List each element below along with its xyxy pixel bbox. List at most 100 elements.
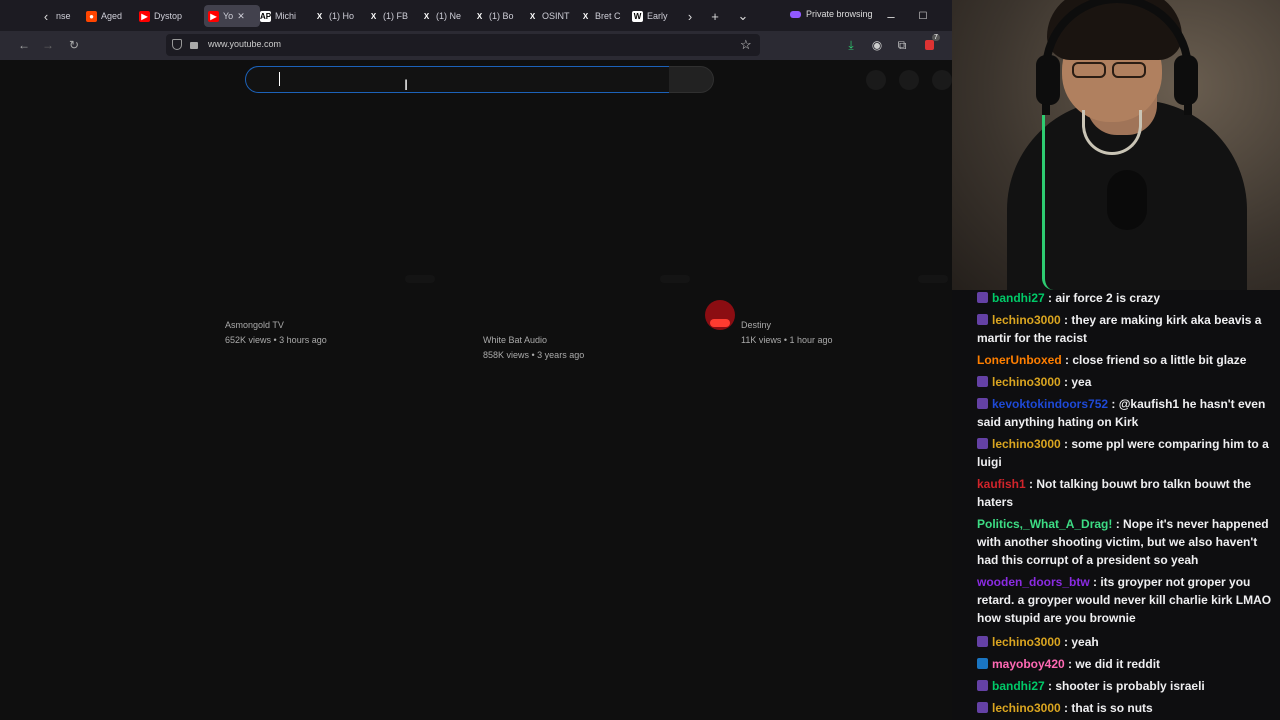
- private-browsing-label: Private browsing: [806, 9, 873, 19]
- chat-username[interactable]: Politics,_What_A_Drag!: [977, 517, 1112, 531]
- chat-message: bandhi27 : air force 2 is crazy: [977, 289, 1272, 307]
- chat-message-text: : air force 2 is crazy: [1044, 291, 1161, 305]
- avatar-placeholder[interactable]: [932, 70, 952, 90]
- tab-list-chevron-down-icon[interactable]: ⌄: [733, 5, 753, 27]
- glasses: [1072, 62, 1152, 80]
- minimize-icon[interactable]: –: [881, 5, 901, 27]
- chat-badge-icon: [977, 376, 988, 387]
- extension-badge-count: 7: [932, 34, 940, 41]
- maximize-icon[interactable]: ☐: [913, 5, 933, 27]
- chat-username[interactable]: mayoboy420: [992, 657, 1065, 671]
- chat-message: mayoboy420 : we did it reddit: [977, 655, 1272, 673]
- video-duration-placeholder: [918, 275, 948, 283]
- chat-username[interactable]: lechino3000: [992, 375, 1061, 389]
- video-duration-placeholder: [405, 275, 435, 283]
- notifications-button-placeholder[interactable]: [899, 70, 919, 90]
- search-input[interactable]: [245, 66, 671, 93]
- headphones: [1042, 0, 1192, 115]
- chat-username[interactable]: bandhi27: [992, 291, 1045, 305]
- tab-label: (1) Ho: [329, 11, 355, 21]
- browser-tab[interactable]: X (1) Ho: [314, 5, 359, 27]
- channel-avatar[interactable]: [705, 300, 735, 330]
- video-channel-name[interactable]: Destiny: [741, 320, 771, 330]
- chat-username[interactable]: lechino3000: [992, 313, 1061, 327]
- browser-tab[interactable]: X OSINT: [527, 5, 572, 27]
- chat-message: lechino3000 : that is so nuts: [977, 699, 1272, 717]
- new-tab-icon[interactable]: +: [705, 5, 725, 27]
- tab-favicon-icon: X: [527, 10, 538, 22]
- chat-username[interactable]: kaufish1: [977, 477, 1026, 491]
- browser-tab[interactable]: X (1) Bo: [474, 5, 519, 27]
- chat-badge-icon: [977, 438, 988, 449]
- shield-icon[interactable]: [172, 39, 182, 50]
- headphone-earcup-left: [1036, 55, 1060, 105]
- chat-username[interactable]: wooden_doors_btw: [977, 575, 1090, 589]
- reload-icon[interactable]: ↻: [64, 35, 84, 55]
- chat-badge-icon: [977, 680, 988, 691]
- chat-badge-icon: [977, 292, 988, 303]
- headphone-earcup-right: [1174, 55, 1198, 105]
- browser-tab[interactable]: ▶ Dystop: [139, 5, 195, 27]
- private-mask-icon: [790, 10, 801, 18]
- url-text[interactable]: www.youtube.com: [208, 39, 281, 49]
- chat-username[interactable]: lechino3000: [992, 437, 1061, 451]
- chat-username[interactable]: kevoktokindoors752: [992, 397, 1108, 411]
- tab-favicon-icon: X: [421, 10, 432, 22]
- tab-scroll-left-icon[interactable]: ‹: [36, 5, 56, 27]
- browser-tab[interactable]: X (1) Ne: [421, 5, 466, 27]
- tab-label: nse: [56, 11, 71, 21]
- navigation-bar: ← → ↻ www.youtube.com ☆ ⤓ ◉ ⧉ 7: [0, 31, 952, 60]
- browser-tab[interactable]: W Early: [632, 5, 672, 27]
- browser-tab[interactable]: X (1) FB: [368, 5, 413, 27]
- search-button[interactable]: [669, 66, 714, 93]
- video-meta: 858K views • 3 years ago: [483, 350, 585, 360]
- chat-message: lechino3000 : some ppl were comparing hi…: [977, 435, 1272, 471]
- tab-favicon-icon: X: [368, 10, 379, 22]
- chat-username[interactable]: lechino3000: [992, 701, 1061, 715]
- lock-icon[interactable]: [190, 42, 198, 49]
- tab-favicon-icon: ●: [86, 10, 97, 22]
- tab-label: Dystop: [154, 11, 183, 21]
- chat-message: kaufish1 : Not talking bouwt bro talkn b…: [977, 475, 1272, 511]
- tab-label: (1) Ne: [436, 11, 462, 21]
- arrow-right-icon[interactable]: →: [38, 35, 58, 55]
- extension-badge-icon[interactable]: 7: [919, 34, 940, 55]
- private-browsing-indicator: Private browsing: [790, 9, 873, 19]
- text-cursor-icon: I: [404, 78, 409, 94]
- browser-tab[interactable]: X Bret C: [580, 5, 625, 27]
- webcam-overlay: [952, 0, 1280, 290]
- chat-message: wooden_doors_btw : its groyper not grope…: [977, 573, 1272, 627]
- chat-message: lechino3000 : yeah: [977, 633, 1272, 651]
- close-icon[interactable]: ✕: [237, 11, 245, 22]
- video-meta: 11K views • 1 hour ago: [741, 335, 833, 345]
- browser-tab[interactable]: ▶ Yo ✕: [204, 5, 260, 27]
- tab-favicon-icon: W: [632, 10, 643, 22]
- chat-message-text: : that is so nuts: [1060, 701, 1153, 715]
- chat-message-text: : yea: [1060, 375, 1092, 389]
- download-icon[interactable]: ⤓: [841, 35, 861, 55]
- browser-tab[interactable]: nse: [56, 5, 78, 27]
- browser-tab[interactable]: AP Michi: [260, 5, 308, 27]
- chat-badge-icon: [977, 398, 988, 409]
- chat-username[interactable]: bandhi27: [992, 679, 1045, 693]
- video-channel-name[interactable]: Asmongold TV: [225, 320, 284, 330]
- puzzle-icon[interactable]: ⧉: [892, 35, 912, 55]
- tab-label: Early: [647, 11, 668, 21]
- address-bar[interactable]: www.youtube.com ☆: [166, 34, 760, 56]
- tab-label: Michi: [275, 11, 297, 21]
- arrow-left-icon[interactable]: ←: [14, 35, 34, 55]
- chat-badge-icon: [977, 658, 988, 669]
- tab-favicon-icon: X: [580, 10, 591, 22]
- video-channel-name[interactable]: White Bat Audio: [483, 335, 547, 345]
- chat-badge-icon: [977, 314, 988, 325]
- tab-favicon-icon: X: [314, 10, 325, 22]
- chat-badge-icon: [977, 636, 988, 647]
- star-icon[interactable]: ☆: [740, 37, 752, 53]
- account-icon[interactable]: ◉: [867, 35, 887, 55]
- chat-username[interactable]: lechino3000: [992, 635, 1061, 649]
- tab-label: Yo: [223, 11, 234, 21]
- chat-username[interactable]: LonerUnboxed: [977, 353, 1062, 367]
- create-button-placeholder[interactable]: [866, 70, 886, 90]
- tab-scroll-right-icon[interactable]: ›: [680, 5, 700, 27]
- browser-tab[interactable]: ● Aged: [86, 5, 131, 27]
